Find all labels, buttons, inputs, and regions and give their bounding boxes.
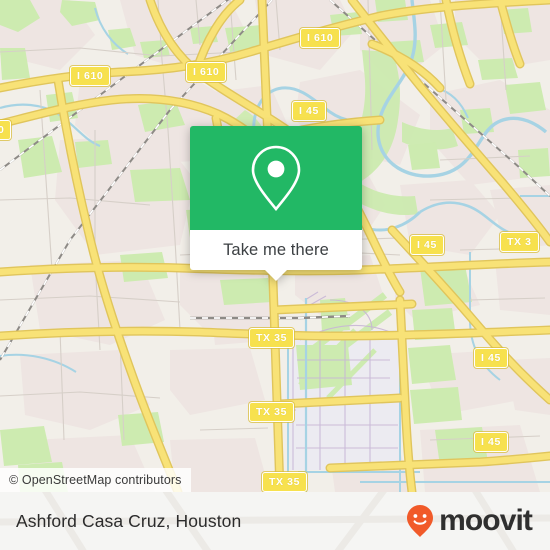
- shield-i45-north[interactable]: I 45: [292, 101, 326, 121]
- callout-header: [190, 126, 362, 230]
- callout-footer[interactable]: Take me there: [190, 230, 362, 281]
- shield-tx3-east[interactable]: TX 3: [500, 232, 539, 252]
- shield-i610-mid[interactable]: I 610: [186, 62, 227, 82]
- shield-tx35-lower[interactable]: TX 35: [262, 472, 308, 492]
- map-pin-icon: [251, 145, 301, 212]
- shield-tx35-upper[interactable]: TX 35: [249, 328, 295, 348]
- shield-i45-se[interactable]: I 45: [474, 432, 508, 452]
- shield-i45-east[interactable]: I 45: [474, 348, 508, 368]
- moovit-smiley-pin-icon: [407, 505, 434, 537]
- page-title: Ashford Casa Cruz, Houston: [16, 510, 242, 531]
- moovit-map-page: I 610 I 610 I 610 0 I 45 I 45 TX 3 TX 35…: [0, 0, 550, 550]
- page-footer: Ashford Casa Cruz, Houston moovit: [0, 492, 550, 550]
- map-attribution[interactable]: © OpenStreetMap contributors: [0, 468, 191, 492]
- shield-i610-edge[interactable]: 0: [0, 120, 12, 140]
- shield-tx35-mid[interactable]: TX 35: [249, 402, 295, 422]
- shield-i610-west[interactable]: I 610: [70, 66, 111, 86]
- shield-i45-mid[interactable]: I 45: [410, 235, 444, 255]
- callout-pointer-tail: [265, 270, 287, 281]
- location-callout-card[interactable]: Take me there: [190, 126, 362, 281]
- moovit-wordmark: moovit: [439, 504, 533, 537]
- shield-i610-north[interactable]: I 610: [300, 28, 341, 48]
- take-me-there-label: Take me there: [223, 240, 329, 259]
- moovit-logo[interactable]: moovit: [405, 504, 533, 538]
